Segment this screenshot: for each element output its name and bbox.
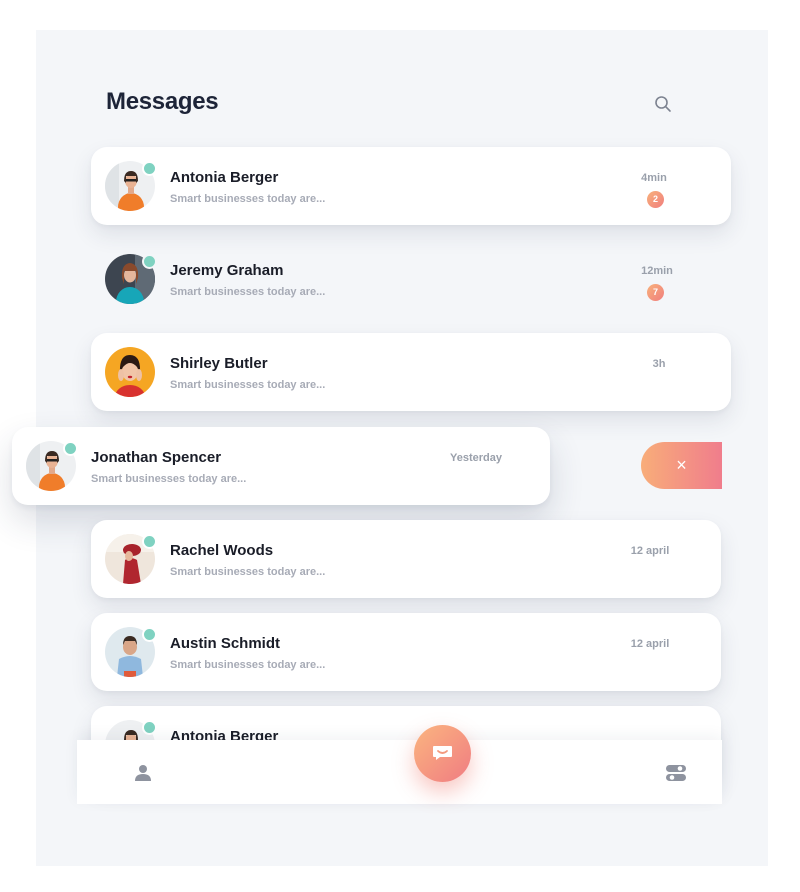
avatar xyxy=(105,347,155,397)
message-preview: Smart businesses today are... xyxy=(170,566,326,578)
online-indicator xyxy=(142,627,157,642)
conversation-card[interactable]: Antonia Berger Smart businesses today ar… xyxy=(91,147,731,225)
settings-toggle-icon[interactable] xyxy=(666,764,686,782)
message-preview: Smart businesses today are... xyxy=(91,473,247,485)
online-indicator xyxy=(142,534,157,549)
avatar xyxy=(26,441,78,491)
message-time: 12 april xyxy=(630,545,670,557)
conversation-card[interactable]: Rachel Woods Smart businesses today are.… xyxy=(91,520,721,598)
message-time: 3h xyxy=(652,358,666,370)
avatar xyxy=(105,534,157,584)
contact-name: Antonia Berger xyxy=(170,169,279,186)
conversation-card[interactable]: Shirley Butler Smart businesses today ar… xyxy=(91,333,731,411)
message-preview: Smart businesses today are... xyxy=(170,286,326,298)
unread-badge: 2 xyxy=(647,191,664,208)
message-preview: Smart businesses today are... xyxy=(170,193,326,205)
message-time: Yesterday xyxy=(450,452,502,464)
message-time: 12 april xyxy=(630,638,670,650)
conversation-card-swiped[interactable]: Jonathan Spencer Smart businesses today … xyxy=(12,427,550,505)
contact-name: Rachel Woods xyxy=(170,542,274,559)
close-icon: × xyxy=(676,455,687,475)
search-icon[interactable] xyxy=(654,95,672,113)
contact-name: Jeremy Graham xyxy=(170,262,284,279)
user-icon[interactable] xyxy=(134,764,152,782)
message-preview: Smart businesses today are... xyxy=(170,379,326,391)
avatar xyxy=(105,627,157,677)
online-indicator xyxy=(63,441,78,456)
bottom-navigation xyxy=(77,740,722,804)
page-title: Messages xyxy=(106,88,219,115)
online-indicator xyxy=(142,720,157,735)
message-icon xyxy=(433,746,452,760)
unread-badge: 7 xyxy=(647,284,664,301)
avatar xyxy=(105,254,157,304)
message-time: 4min xyxy=(641,172,667,184)
online-indicator xyxy=(142,161,157,176)
contact-name: Austin Schmidt xyxy=(170,635,281,652)
online-indicator xyxy=(142,254,157,269)
message-preview: Smart businesses today are... xyxy=(170,659,326,671)
contact-name: Jonathan Spencer xyxy=(91,449,222,466)
conversation-card[interactable]: Jeremy Graham Smart businesses today are… xyxy=(91,240,731,318)
conversation-card[interactable]: Austin Schmidt Smart businesses today ar… xyxy=(91,613,721,691)
delete-conversation-button[interactable]: × xyxy=(641,442,722,489)
message-time: 12min xyxy=(641,265,673,277)
avatar xyxy=(105,161,157,211)
new-message-button[interactable] xyxy=(414,725,471,782)
contact-name: Shirley Butler xyxy=(170,355,268,372)
